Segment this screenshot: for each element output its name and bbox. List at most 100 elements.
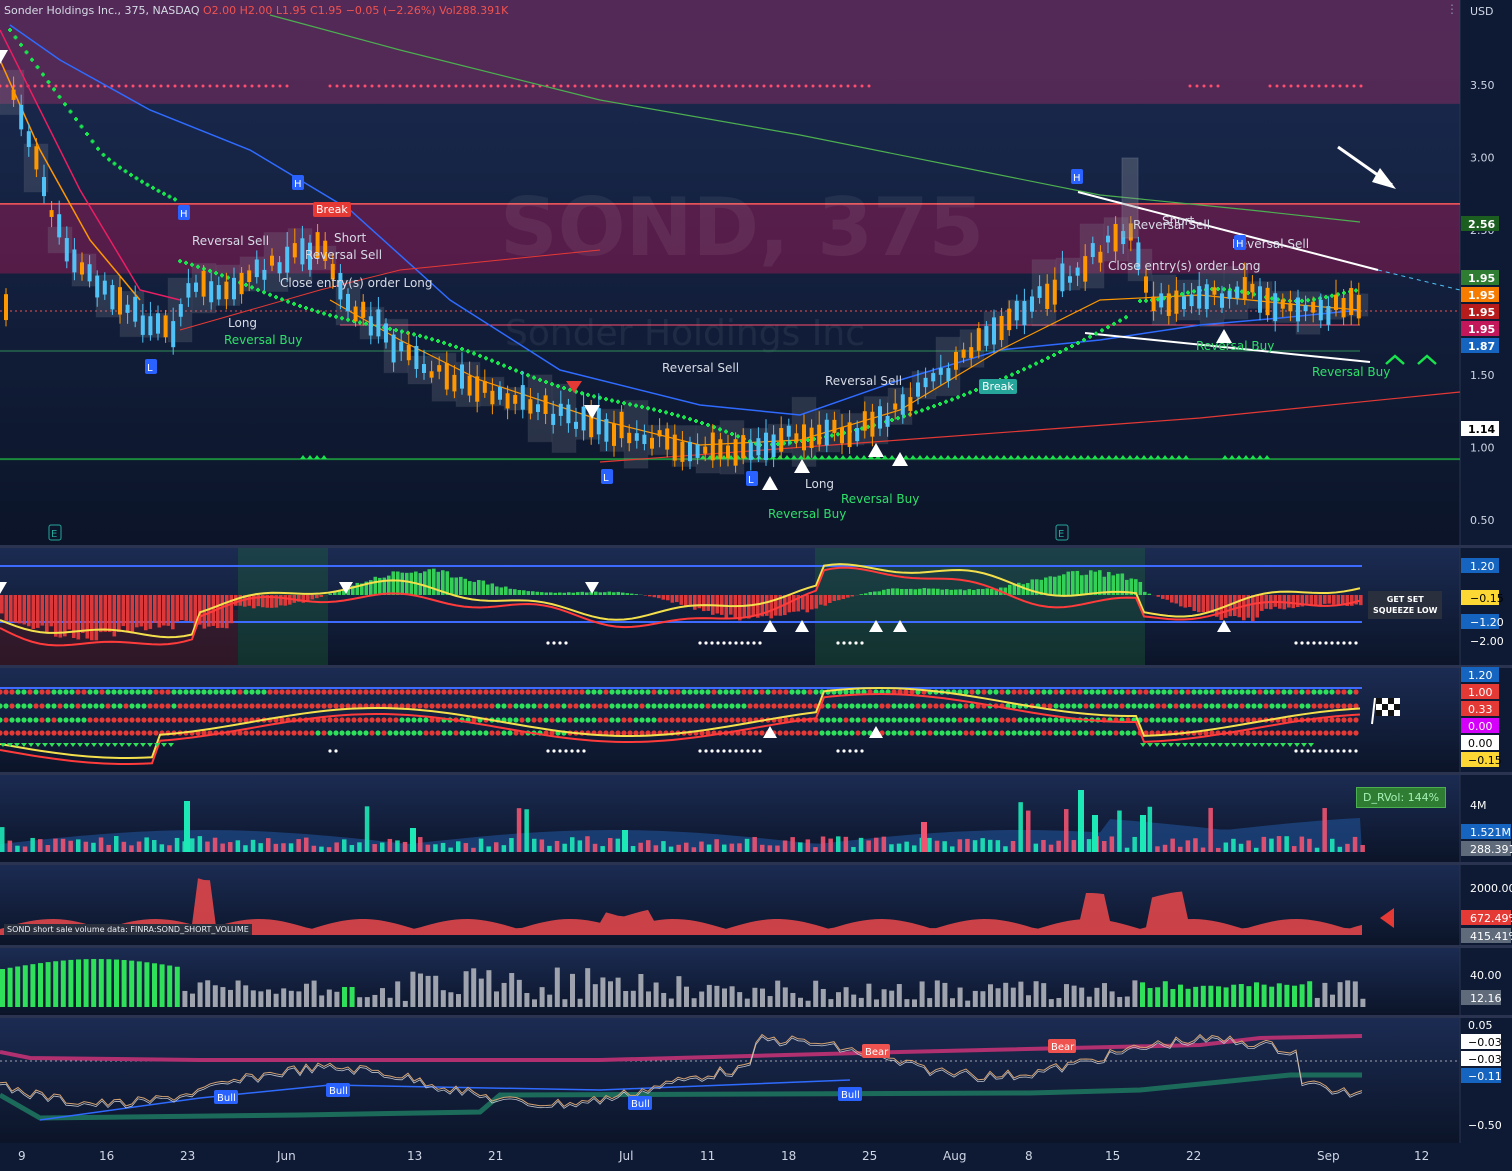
signal-dot xyxy=(748,84,752,88)
osc-dot xyxy=(381,689,387,695)
volume-bar xyxy=(790,837,795,852)
volume-bar xyxy=(1109,836,1115,852)
volume-spike xyxy=(622,830,628,852)
rsi-bar xyxy=(1330,994,1335,1007)
osc-dot xyxy=(717,717,723,723)
osc-dot xyxy=(459,703,465,709)
rsi-bar xyxy=(1018,981,1024,1007)
osc-dot xyxy=(837,730,843,736)
osc-dot xyxy=(699,689,705,695)
signal-dot xyxy=(19,84,23,88)
osc-dot xyxy=(507,703,513,709)
rsi-bar xyxy=(288,990,294,1007)
osc-dot xyxy=(51,717,57,723)
rsi-bar xyxy=(395,981,401,1007)
osc-dot xyxy=(687,717,693,723)
squeeze-bar xyxy=(9,595,13,622)
osc-dot xyxy=(1239,703,1245,709)
osc-dot xyxy=(333,730,339,736)
volume-bar xyxy=(1231,838,1236,852)
currency-label[interactable]: USD xyxy=(1470,5,1494,18)
squeeze-bar xyxy=(981,589,985,595)
volume-bar xyxy=(136,841,142,852)
rsi-bar xyxy=(1299,984,1305,1007)
osc-dot xyxy=(555,689,561,695)
osc-dot xyxy=(1347,689,1353,695)
rsi-bar xyxy=(220,987,226,1007)
rsi-bar xyxy=(767,996,773,1007)
squeeze-bar xyxy=(1071,571,1075,595)
osc-dot xyxy=(1023,717,1029,723)
rsi-bar xyxy=(311,980,317,1007)
chart-canvas[interactable]: SOND, 375Sonder Holdings Inc BreakShortR… xyxy=(0,0,1512,1171)
osc-dot xyxy=(747,689,753,695)
volume-bar xyxy=(516,808,522,852)
osc-dot xyxy=(603,717,609,723)
candle-body xyxy=(528,399,533,414)
osc-dot xyxy=(1329,703,1335,709)
osc-dot xyxy=(567,703,573,709)
squeeze-dot xyxy=(716,641,720,645)
volume-bar xyxy=(98,837,104,852)
more-dots-icon[interactable]: ⋮ xyxy=(1446,2,1458,16)
candle-body xyxy=(1030,296,1034,312)
signal-dot xyxy=(426,84,430,88)
osc-dot xyxy=(951,730,957,736)
osc-dot xyxy=(1089,703,1095,709)
osc-dot xyxy=(759,703,765,709)
rsi-bar xyxy=(152,963,157,1007)
rsi-bar xyxy=(532,999,537,1007)
osc-dot xyxy=(57,717,63,723)
squeeze-bar xyxy=(553,592,558,595)
osc-dot xyxy=(195,717,201,723)
osc-dot xyxy=(249,730,255,736)
osc-dot xyxy=(993,717,999,723)
volume-value: Vol288.391K xyxy=(439,4,509,17)
squeeze-tag-line1: GET SET xyxy=(1386,595,1424,604)
squeeze-bar xyxy=(1080,575,1084,595)
signal-dot xyxy=(454,84,458,88)
osc-dot xyxy=(135,730,141,736)
osc-dot xyxy=(1095,703,1101,709)
signal-dot xyxy=(243,84,247,88)
osc-dot xyxy=(891,703,897,709)
osc-dot xyxy=(963,717,969,723)
squeeze-bar xyxy=(648,595,652,597)
squeeze-bar xyxy=(1075,570,1080,595)
rsi-bar xyxy=(950,998,955,1007)
osc-dot xyxy=(975,717,981,723)
osc-dot xyxy=(753,689,759,695)
signal-dot xyxy=(61,84,65,88)
osc-white-dot xyxy=(1324,749,1328,753)
osc-dot xyxy=(1215,703,1221,709)
osc-dot xyxy=(939,717,945,723)
osc-dot xyxy=(1275,730,1281,736)
osc-dot xyxy=(435,703,441,709)
osc-dot xyxy=(1191,703,1197,709)
rsi-bar xyxy=(1284,984,1290,1007)
signal-dot xyxy=(1195,84,1199,88)
osc-dot xyxy=(537,717,543,723)
squeeze-bar xyxy=(900,588,904,595)
osc-dot xyxy=(741,689,747,695)
osc-dot xyxy=(123,703,129,709)
rsi-bar xyxy=(722,988,727,1007)
osc-dot xyxy=(39,689,45,695)
osc-dot xyxy=(231,717,237,723)
volume-bar xyxy=(653,845,659,852)
osc-dot xyxy=(765,689,771,695)
squeeze-bar xyxy=(571,592,576,595)
squeeze-bar xyxy=(396,571,400,595)
signal-dot xyxy=(692,84,696,88)
osc-dot xyxy=(309,689,315,695)
osc-dot xyxy=(1323,689,1329,695)
squeeze-bar xyxy=(1021,584,1026,595)
osc-dot xyxy=(477,703,483,709)
osc-dot xyxy=(963,730,969,736)
squeeze-bar xyxy=(1093,571,1098,595)
osc-dot xyxy=(525,703,531,709)
rsi-bar xyxy=(410,971,416,1007)
osc-dot xyxy=(1215,717,1221,723)
osc-dot xyxy=(189,703,195,709)
rsi-bar xyxy=(805,1000,811,1007)
